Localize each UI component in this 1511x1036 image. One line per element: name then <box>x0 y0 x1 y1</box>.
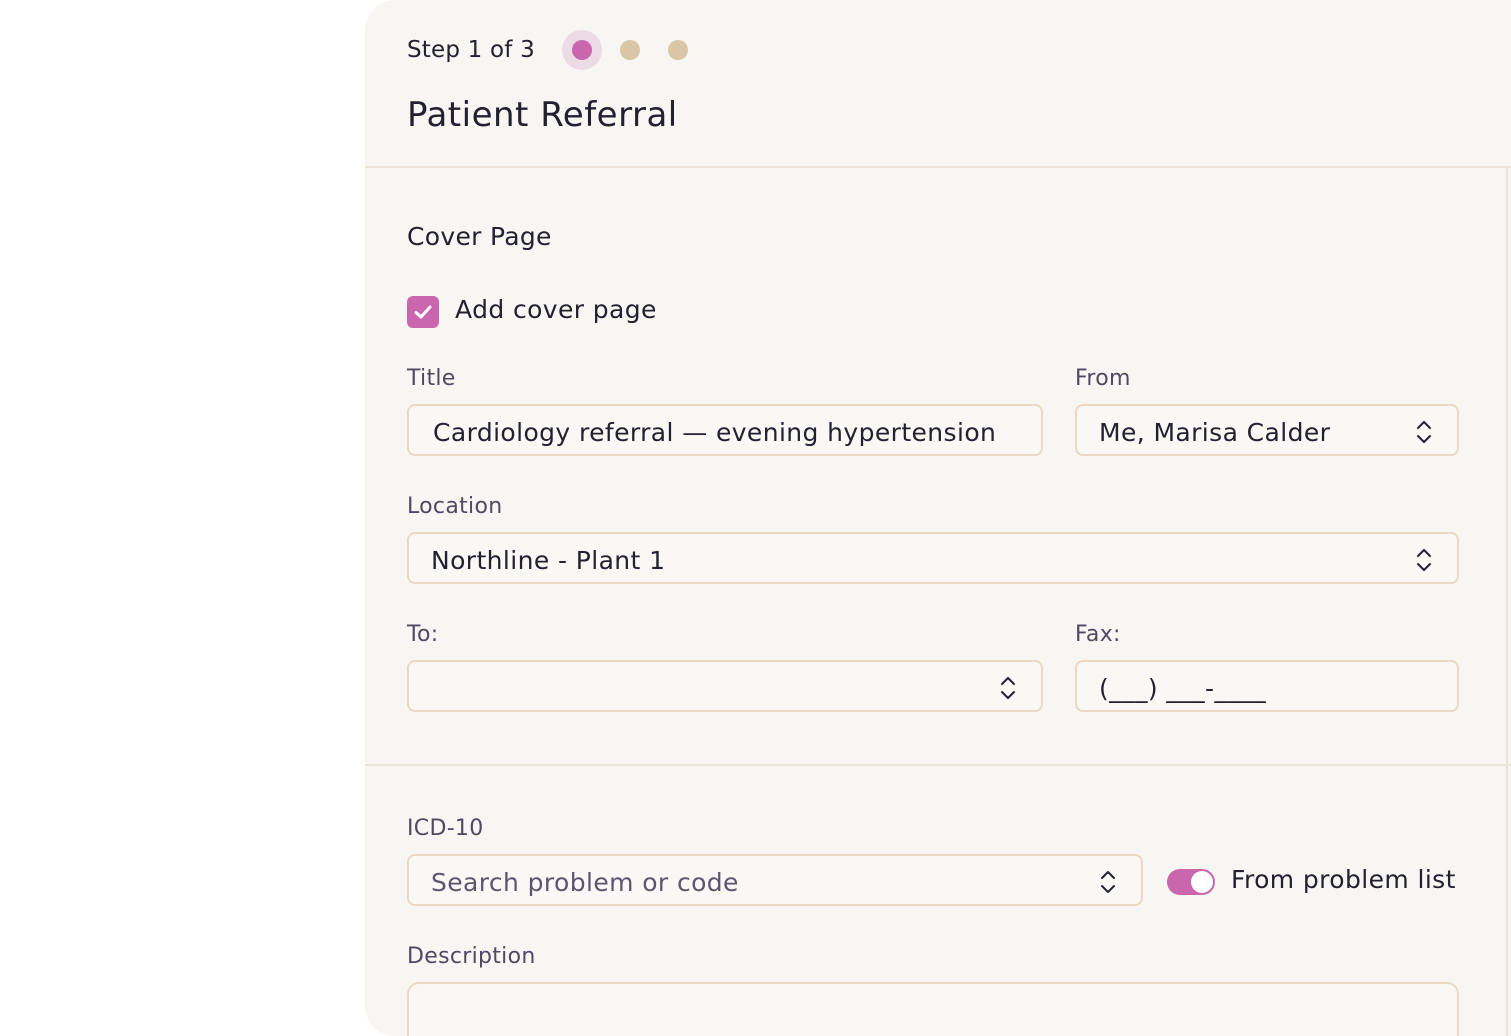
icd-10-search-placeholder: Search problem or code <box>431 868 739 897</box>
description-textarea[interactable] <box>407 982 1459 1036</box>
page-title: Patient Referral <box>407 95 678 135</box>
fax-input-value: (___) ___-____ <box>1099 674 1267 703</box>
from-select-value: Me, Marisa Calder <box>1099 418 1331 447</box>
toggle-knob <box>1191 871 1213 893</box>
from-problem-list-toggle[interactable] <box>1167 869 1215 895</box>
add-cover-page-checkbox[interactable] <box>407 296 439 328</box>
step-text: Step 1 of 3 <box>407 37 535 63</box>
step-dot-1-active <box>572 40 592 60</box>
step-indicator: Step 1 of 3 <box>407 30 535 70</box>
to-select[interactable] <box>407 660 1043 712</box>
scroll-edge <box>1506 166 1508 1036</box>
title-label: Title <box>407 366 456 391</box>
section-divider <box>365 764 1511 766</box>
chevron-up-down-icon <box>1001 677 1015 699</box>
title-input-value: Cardiology referral — evening hypertensi… <box>433 418 997 447</box>
chevron-up-down-icon <box>1417 549 1431 571</box>
section-title-cover-page: Cover Page <box>407 222 552 251</box>
location-select[interactable]: Northline - Plant 1 <box>407 532 1459 584</box>
step-dot-2 <box>620 40 640 60</box>
icd-10-search-select[interactable]: Search problem or code <box>407 854 1143 906</box>
to-label: To: <box>407 622 439 647</box>
chevron-up-down-icon <box>1101 871 1115 893</box>
referral-panel: Step 1 of 3 Patient Referral Cover Page … <box>365 0 1511 1036</box>
step-dot-3 <box>668 40 688 60</box>
fax-input[interactable]: (___) ___-____ <box>1075 660 1459 712</box>
location-select-value: Northline - Plant 1 <box>431 546 666 575</box>
from-problem-list-label: From problem list <box>1231 865 1456 894</box>
fax-label: Fax: <box>1075 622 1121 647</box>
title-input[interactable]: Cardiology referral — evening hypertensi… <box>407 404 1043 456</box>
from-select[interactable]: Me, Marisa Calder <box>1075 404 1459 456</box>
check-icon <box>414 305 432 319</box>
panel-header: Step 1 of 3 Patient Referral <box>365 0 1511 168</box>
from-label: From <box>1075 366 1131 391</box>
location-label: Location <box>407 494 503 519</box>
description-label: Description <box>407 944 536 969</box>
icd-10-label: ICD-10 <box>407 816 484 841</box>
chevron-up-down-icon <box>1417 421 1431 443</box>
add-cover-page-label[interactable]: Add cover page <box>455 295 657 324</box>
